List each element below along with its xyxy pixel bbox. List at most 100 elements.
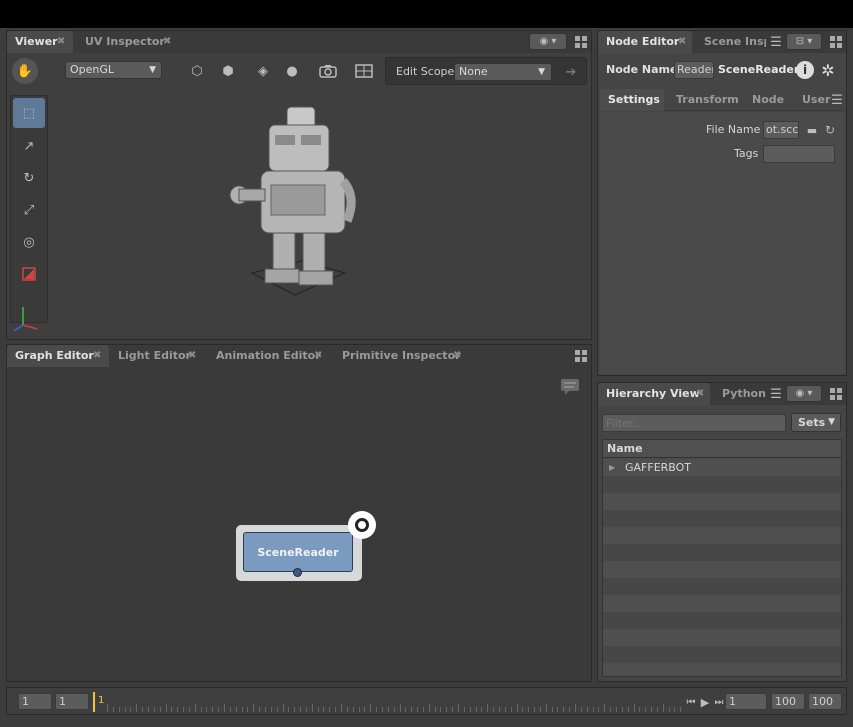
playback-start-field[interactable]: 1 [55, 693, 89, 710]
pin-dropdown-button[interactable]: ◉ ▾ [529, 33, 567, 50]
tab-python[interactable]: Python [714, 383, 770, 405]
crop-window-tool-icon[interactable] [13, 260, 45, 288]
skip-to-end-icon[interactable]: ⏭ [713, 694, 725, 710]
output-plug[interactable] [293, 568, 302, 577]
tab-node[interactable]: Node [744, 89, 786, 111]
play-icon[interactable]: ▶ [699, 694, 711, 710]
graph-canvas[interactable] [7, 367, 591, 681]
frame-tick [317, 707, 319, 712]
tab-node-editor[interactable]: Node Editor ✖ [598, 31, 692, 53]
select-tool-icon[interactable]: ⬚ [13, 98, 45, 128]
start-frame-value: 1 [22, 695, 29, 708]
close-icon[interactable]: ✖ [163, 31, 171, 53]
settings-tabbar: Settings Transform Node User ☰ [600, 89, 844, 111]
renderer-dropdown[interactable]: OpenGL ▼ [65, 61, 162, 79]
sets-dropdown-label: Sets [798, 416, 826, 429]
edit-scope-box: Edit Scope None ▼ ➔ [385, 57, 587, 85]
scale-tool-icon[interactable]: ⤢ [13, 196, 45, 224]
column-header-name[interactable]: Name [603, 440, 841, 458]
tab-hierarchy-view[interactable]: Hierarchy View ✖ [598, 383, 710, 405]
list-item [603, 544, 841, 561]
frame-tick [458, 704, 459, 712]
tab-graph-editor[interactable]: Graph Editor ✖ [7, 345, 109, 367]
focus-dropdown[interactable]: ◉ ▾ [786, 385, 822, 402]
frame-tick [247, 707, 249, 712]
file-name-field[interactable]: ot.scc [763, 121, 799, 139]
start-frame-field[interactable]: 1 [18, 693, 52, 710]
time-slider[interactable]: 1 [93, 692, 689, 712]
menu-lines-icon[interactable]: ☰ [768, 34, 784, 50]
expand-triangle-icon[interactable]: ▶ [609, 459, 615, 476]
tab-transform[interactable]: Transform [668, 89, 739, 111]
layout-grid-icon[interactable] [828, 386, 844, 402]
chevron-down-icon: ▼ [828, 417, 835, 427]
frame-tick [604, 704, 606, 712]
hand-pan-icon[interactable]: ✋ [12, 58, 38, 84]
tags-field[interactable] [763, 145, 835, 163]
camera-tool-icon[interactable]: ◎ [13, 228, 45, 256]
edit-scope-dropdown[interactable]: None ▼ [454, 63, 552, 81]
frame-tick [229, 707, 231, 712]
tab-scene-inspector[interactable]: Scene Insp [696, 31, 766, 53]
close-icon[interactable]: ✖ [453, 345, 461, 367]
frame-tick [136, 704, 138, 712]
grid-gnomon-icon[interactable] [353, 61, 375, 81]
frame-tick [645, 707, 647, 712]
tab-user[interactable]: User [794, 89, 834, 111]
layout-grid-icon[interactable] [573, 34, 589, 50]
layout-grid-icon[interactable] [573, 348, 589, 364]
gear-icon[interactable]: ✲ [818, 60, 838, 80]
menu-lines-icon[interactable]: ☰ [768, 386, 784, 402]
current-frame-field[interactable]: 1 [725, 693, 767, 710]
tab-animation-editor[interactable]: Animation Editor ✖ [208, 345, 330, 367]
close-icon[interactable]: ✖ [57, 31, 65, 53]
sets-dropdown[interactable]: Sets ▼ [791, 413, 841, 432]
skip-to-start-icon[interactable]: ⏮ [685, 694, 697, 710]
menu-lines-icon[interactable]: ☰ [830, 92, 844, 108]
refresh-icon[interactable]: ↻ [822, 122, 838, 138]
tab-primitive-inspector[interactable]: Primitive Inspector ✖ [334, 345, 468, 367]
info-icon[interactable]: i [796, 61, 814, 79]
layout-grid-icon[interactable] [828, 34, 844, 50]
expand-all-icon[interactable]: ⬢ [217, 61, 239, 81]
annotation-comment-icon[interactable] [559, 377, 581, 397]
tab-viewer[interactable]: Viewer ✖ [7, 31, 73, 53]
end-frame-field[interactable]: 100 [808, 693, 842, 710]
bounding-box-icon[interactable]: ◈ [253, 61, 273, 81]
frame-tick [469, 707, 471, 712]
node-focus-dropdown[interactable]: ⊟ ▾ [786, 33, 822, 50]
tree-row-gafferbot[interactable]: ▶ GAFFERBOT [603, 459, 841, 476]
frame-tick [171, 707, 173, 712]
rotate-tool-icon[interactable]: ↻ [13, 164, 45, 192]
expand-selection-icon[interactable]: ⬡ [187, 61, 207, 81]
renderer-dropdown-label: OpenGL [70, 63, 115, 76]
frame-tick [393, 707, 395, 712]
list-item [603, 663, 841, 676]
hierarchy-tree: Name ▶ GAFFERBOT [602, 439, 842, 677]
frame-tick [487, 704, 489, 712]
translate-tool-icon[interactable]: ↗ [13, 132, 45, 160]
camera-icon[interactable] [317, 61, 339, 81]
node-name-field[interactable]: Reader [674, 61, 714, 79]
tab-light-editor[interactable]: Light Editor ✖ [110, 345, 202, 367]
arrow-right-icon[interactable]: ➔ [562, 63, 580, 81]
scene-reader-node[interactable]: SceneReader [236, 525, 362, 581]
frame-tick [323, 707, 325, 712]
frame-tick [680, 707, 682, 712]
close-icon[interactable]: ✖ [678, 31, 686, 53]
folder-icon[interactable]: ▬ [804, 122, 820, 138]
close-icon[interactable]: ✖ [696, 383, 704, 405]
close-icon[interactable]: ✖ [93, 345, 101, 367]
tab-settings[interactable]: Settings [600, 89, 664, 111]
close-icon[interactable]: ✖ [188, 345, 196, 367]
view-node-indicator-icon[interactable] [348, 511, 376, 539]
filter-input[interactable] [602, 414, 786, 432]
shading-sphere-icon[interactable]: ● [282, 61, 302, 81]
frame-tick [627, 707, 629, 712]
playhead-marker[interactable] [93, 692, 95, 712]
close-icon[interactable]: ✖ [314, 345, 322, 367]
frame-tick [557, 707, 559, 712]
playback-end-field[interactable]: 100 [771, 693, 805, 710]
tab-uv-inspector[interactable]: UV Inspector ✖ [77, 31, 183, 53]
node-name-value: Reader [677, 63, 714, 76]
